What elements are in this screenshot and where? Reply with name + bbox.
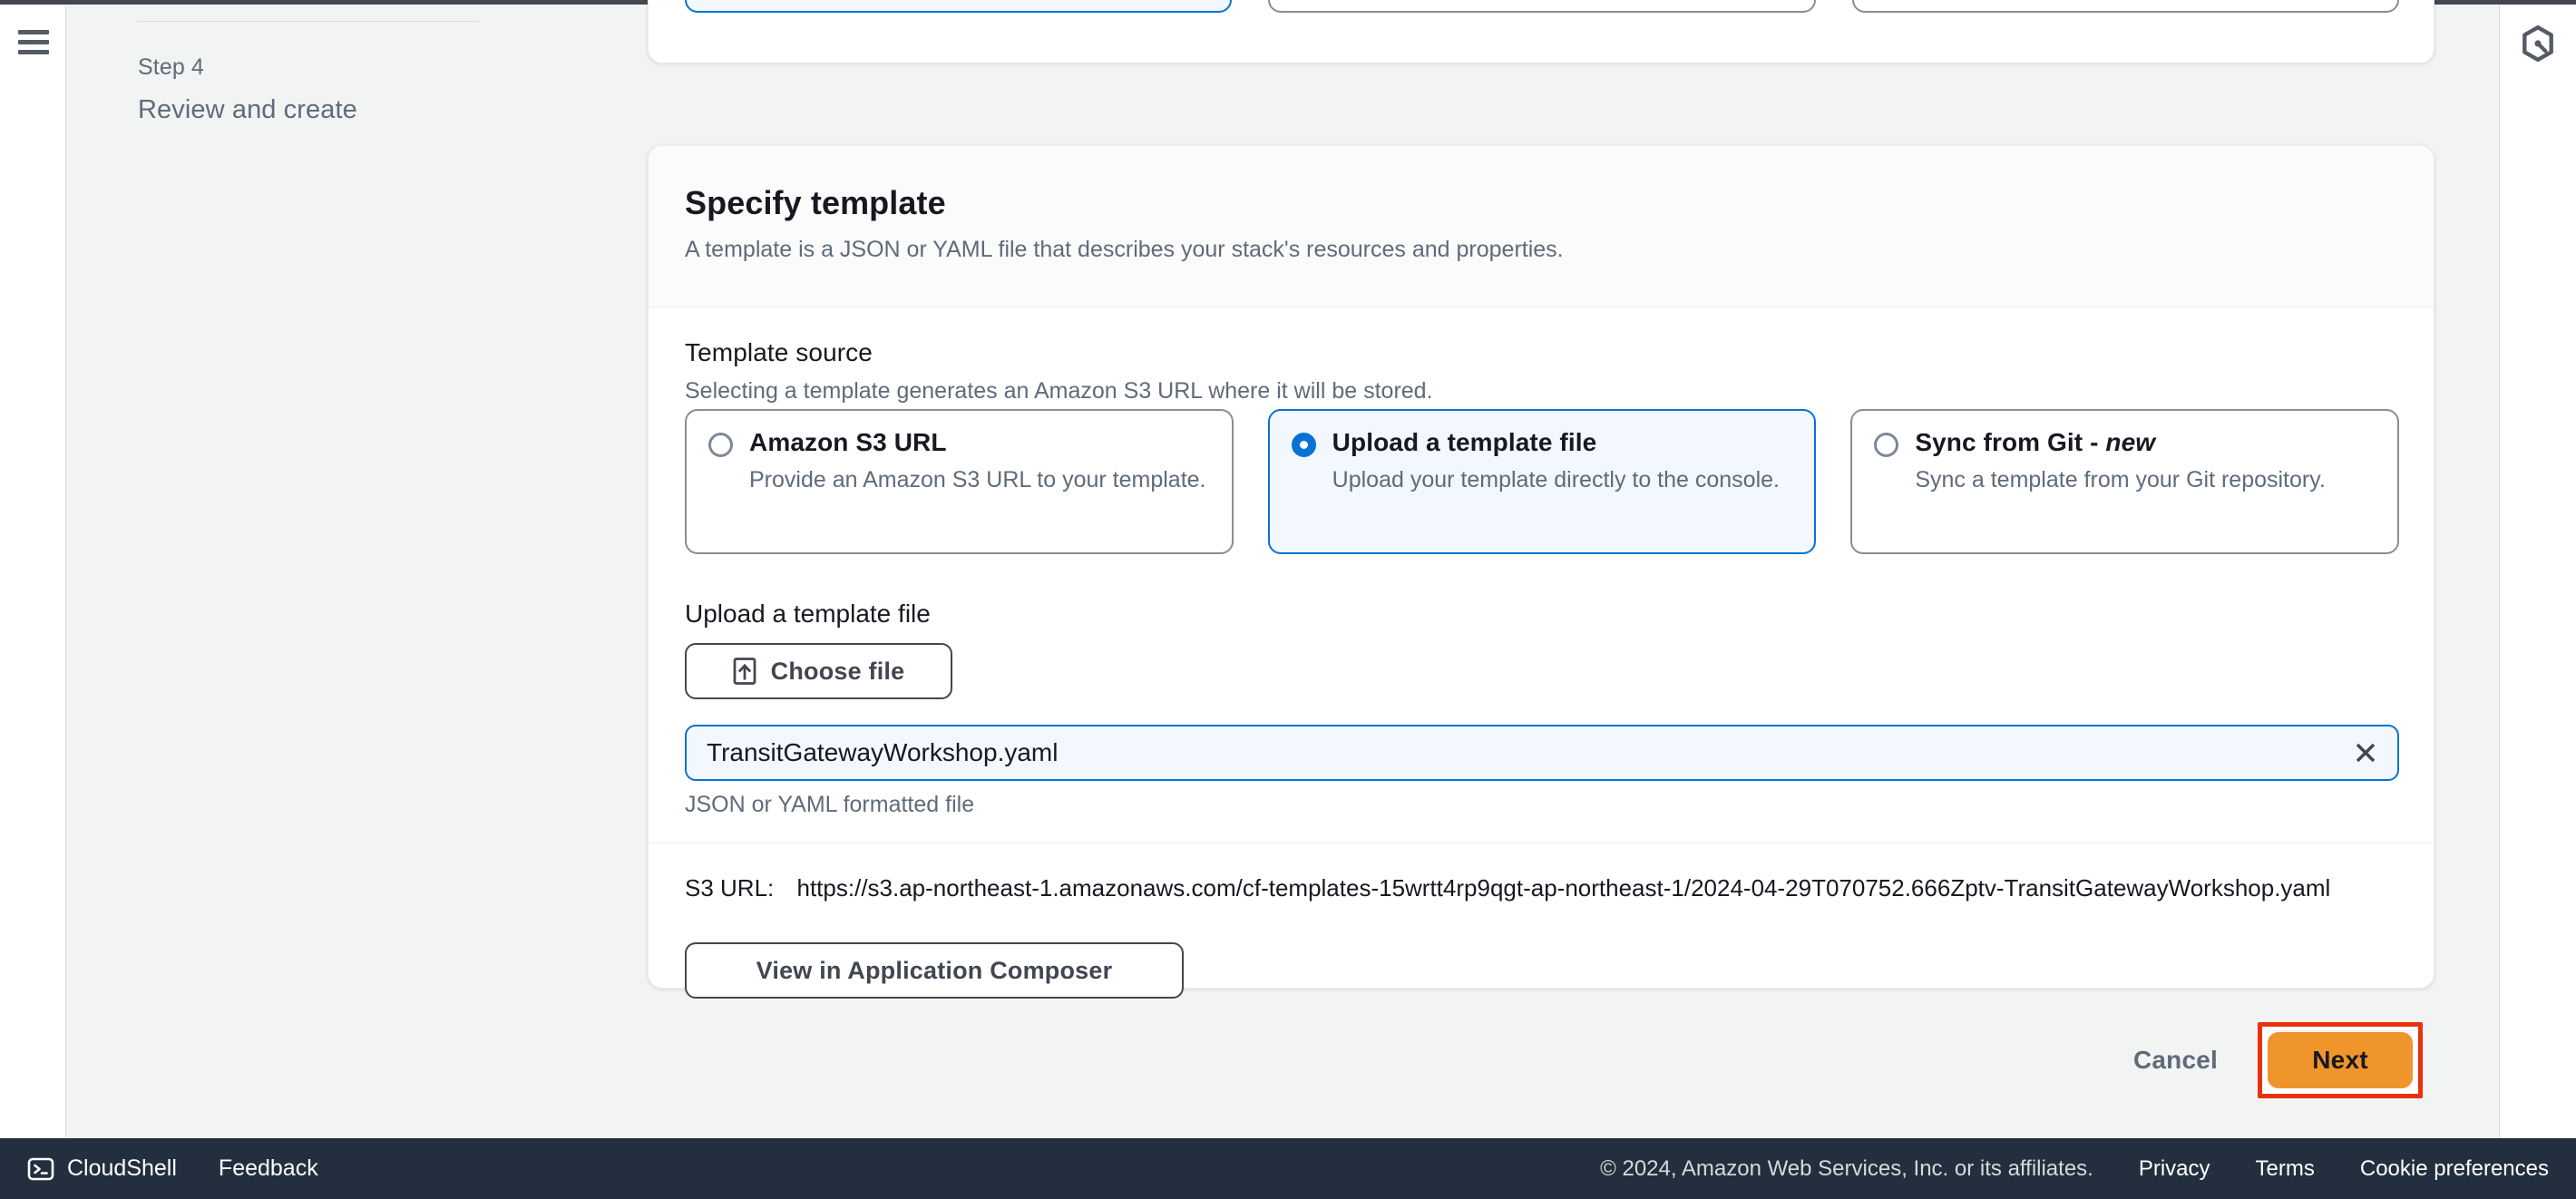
file-upload-icon <box>733 658 756 685</box>
template-source-description: Selecting a template generates an Amazon… <box>685 378 1433 404</box>
source-description: Sync a template from your Git repository… <box>1915 467 2326 492</box>
right-nav-rail <box>2499 5 2576 1138</box>
s3-url-row: S3 URL: https://s3.ap-northeast-1.amazon… <box>685 872 2390 906</box>
left-nav-rail <box>0 5 66 1138</box>
radio-sync-from-git[interactable] <box>1874 433 1899 457</box>
bottom-bar-right: © 2024, Amazon Web Services, Inc. or its… <box>1600 1156 2549 1182</box>
s3-url-label: S3 URL: <box>685 874 775 902</box>
choose-file-button[interactable]: Choose file <box>685 643 952 699</box>
cloudshell-label: CloudShell <box>67 1155 177 1181</box>
specify-template-header: Specify template A template is a JSON or… <box>649 146 2434 307</box>
wizard-sidebar: Step 4 Review and create <box>67 5 648 1138</box>
template-source-options: Amazon S3 URL Provide an Amazon S3 URL t… <box>685 409 2400 554</box>
source-label-badge: new <box>2105 428 2156 456</box>
s3-url-value: https://s3.ap-northeast-1.amazonaws.com/… <box>796 874 2331 902</box>
close-icon <box>2356 743 2376 763</box>
wizard-actions: Cancel Next <box>2124 1022 2423 1098</box>
option-choose-existing-template[interactable]: Choose an existing template Upload or ch… <box>685 0 1233 13</box>
specify-template-panel: Specify template A template is a JSON or… <box>648 145 2435 999</box>
wizard-step-title[interactable]: Review and create <box>138 95 357 125</box>
clear-file-button[interactable] <box>2334 726 2397 779</box>
view-in-application-composer-button[interactable]: View in Application Composer <box>685 942 1184 999</box>
source-label: Amazon S3 URL <box>749 428 947 456</box>
source-label-text: Sync from Git - <box>1915 428 2106 456</box>
cloudformation-create-stack-page: Step 4 Review and create Choose an exist… <box>0 0 2576 1199</box>
privacy-link[interactable]: Privacy <box>2139 1156 2210 1182</box>
bottom-status-bar: CloudShell Feedback © 2024, Amazon Web S… <box>0 1138 2576 1199</box>
cloudshell-button[interactable]: CloudShell <box>27 1155 177 1183</box>
option-use-sample-template[interactable]: Use a sample template Choose from our sa… <box>1268 0 1816 13</box>
template-source-label: Template source <box>685 338 873 366</box>
file-format-hint: JSON or YAML formatted file <box>685 792 975 817</box>
source-description: Upload your template directly to the con… <box>1332 467 1780 492</box>
wizard-step-number: Step 4 <box>138 54 204 80</box>
sidebar-divider <box>138 21 478 22</box>
file-name-value: TransitGatewayWorkshop.yaml <box>707 738 1059 766</box>
source-upload-a-template-file[interactable]: Upload a template file Upload your templ… <box>1267 409 1817 554</box>
terms-link[interactable]: Terms <box>2256 1156 2315 1182</box>
bottom-bar-left: CloudShell Feedback <box>27 1155 318 1183</box>
cookie-preferences-link[interactable]: Cookie preferences <box>2360 1156 2549 1182</box>
feedback-link[interactable]: Feedback <box>219 1155 318 1182</box>
source-amazon-s3-url[interactable]: Amazon S3 URL Provide an Amazon S3 URL t… <box>685 409 1234 554</box>
hamburger-icon[interactable] <box>18 30 49 54</box>
cloudshell-icon <box>27 1157 54 1180</box>
page-subtitle: A template is a JSON or YAML file that d… <box>685 237 1564 262</box>
option-build-from-application-composer[interactable]: Build from Application Composer Create a… <box>1851 0 2399 13</box>
page-title: Specify template <box>685 184 946 221</box>
main-content: Choose an existing template Upload or ch… <box>648 0 2499 1138</box>
choose-file-label: Choose file <box>770 657 905 685</box>
file-name-input[interactable]: TransitGatewayWorkshop.yaml <box>685 725 2399 781</box>
radio-amazon-s3-url[interactable] <box>708 433 733 457</box>
source-label: Sync from Git - new <box>1915 428 2156 457</box>
next-button-highlight: Next <box>2258 1022 2423 1098</box>
cancel-button[interactable]: Cancel <box>2124 1035 2227 1086</box>
upload-template-file-label: Upload a template file <box>685 600 931 628</box>
prepare-template-panel: Choose an existing template Upload or ch… <box>648 0 2435 63</box>
source-description: Provide an Amazon S3 URL to your templat… <box>749 467 1206 492</box>
source-label: Upload a template file <box>1332 428 1597 456</box>
amazon-q-icon[interactable] <box>2519 24 2557 63</box>
next-button[interactable]: Next <box>2268 1032 2413 1088</box>
source-sync-from-git[interactable]: Sync from Git - new Sync a template from… <box>1850 409 2400 554</box>
prepare-template-options: Choose an existing template Upload or ch… <box>685 0 2399 13</box>
radio-upload-a-template-file[interactable] <box>1291 433 1316 457</box>
copyright-text: © 2024, Amazon Web Services, Inc. or its… <box>1600 1155 2093 1181</box>
